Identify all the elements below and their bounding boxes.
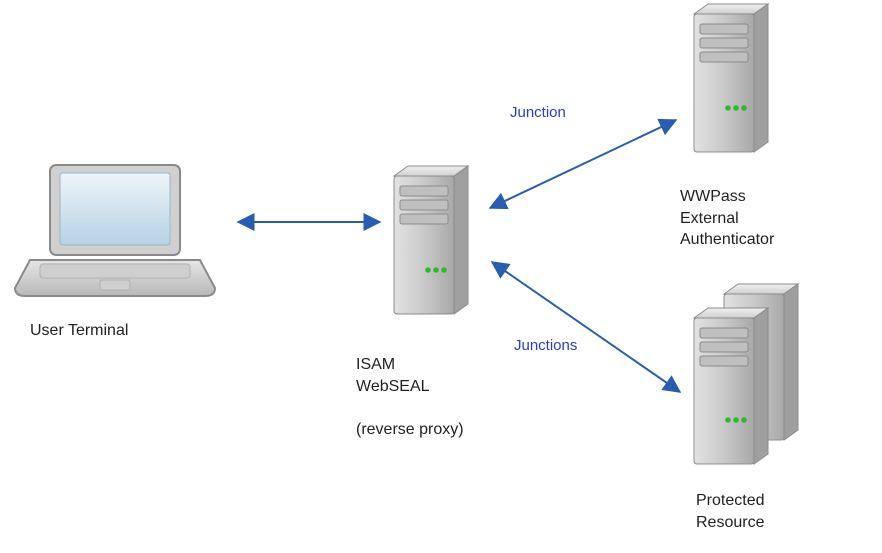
server-icon (388, 162, 474, 320)
protected-resource-node (688, 280, 806, 475)
wwpass-authenticator-label: WWPass External Authenticator (680, 186, 774, 251)
laptop-icon (10, 160, 220, 300)
user-terminal-node (10, 160, 220, 300)
edge-label-junction: Junction (510, 103, 566, 123)
server-cluster-icon (688, 280, 806, 475)
edge-isam-protected (492, 262, 680, 392)
protected-resource-label: Protected Resource (696, 490, 764, 533)
user-terminal-label: User Terminal (30, 320, 128, 342)
wwpass-authenticator-node (688, 0, 774, 158)
isam-webseal-label: ISAM WebSEAL (reverse proxy) (356, 354, 464, 440)
edge-label-junctions: Junctions (514, 336, 577, 356)
edge-isam-wwpass (490, 120, 676, 208)
server-icon (688, 0, 774, 158)
isam-webseal-node (388, 162, 474, 320)
